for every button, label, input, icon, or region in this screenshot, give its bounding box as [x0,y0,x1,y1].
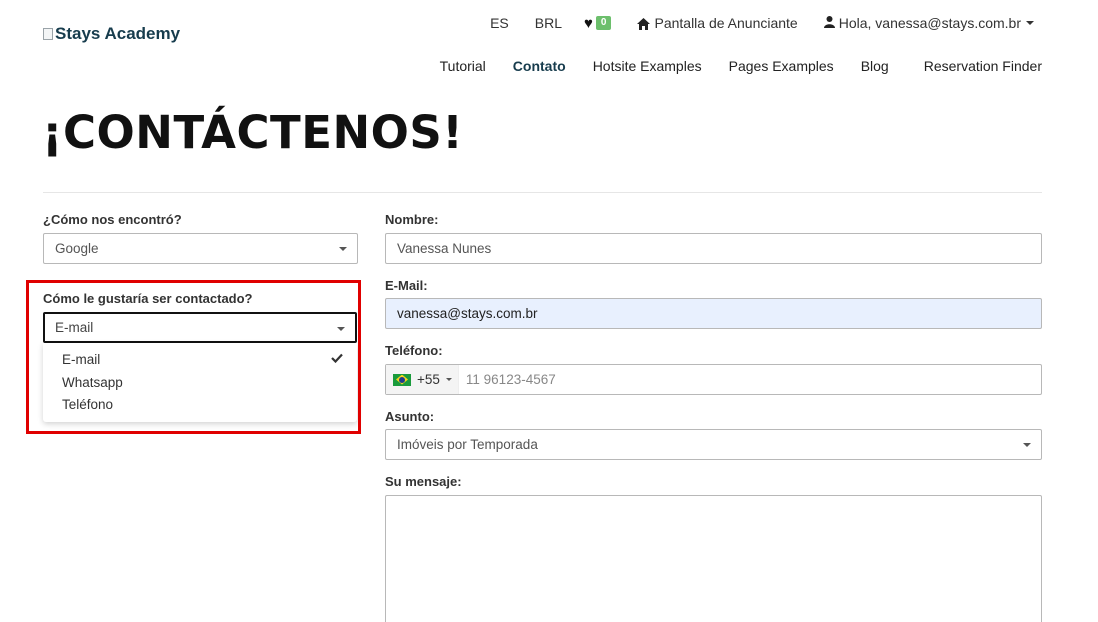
top-bar: ES BRL ♥ 0 Pantalla de Anunciante Hola, … [464,14,1034,32]
divider [43,192,1042,193]
found-label: ¿Cómo nos encontró? [43,212,182,227]
found-select-value: Google [55,241,99,256]
logo-text: Stays Academy [55,24,181,43]
email-label: E-Mail: [385,278,428,293]
user-icon [823,15,839,31]
subject-select[interactable]: Imóveis por Temporada [385,429,1042,460]
name-label: Nombre: [385,212,439,227]
email-input[interactable]: vanessa@stays.com.br [385,298,1042,329]
home-icon [637,17,651,30]
chevron-down-icon [339,247,347,251]
brazil-flag-icon [393,373,411,386]
page-title: ¡CONTÁCTENOS! [42,106,464,159]
logo[interactable]: Stays Academy [43,24,180,44]
nav-hotsite-examples[interactable]: Hotsite Examples [593,58,702,74]
message-textarea[interactable] [385,495,1042,622]
phone-label: Teléfono: [385,343,443,358]
subject-select-value: Imóveis por Temporada [397,437,538,452]
phone-placeholder: 11 96123-4567 [465,372,556,387]
nav-tutorial[interactable]: Tutorial [440,58,486,74]
nav-blog[interactable]: Blog [861,58,889,74]
broken-image-icon [43,28,53,40]
currency-selector[interactable]: BRL [535,15,562,31]
main-nav: Tutorial Contato Hotsite Examples Pages … [413,58,1042,74]
user-menu[interactable]: Hola, vanessa@stays.com.br [823,15,1034,31]
highlight-box [26,280,361,434]
country-code-selector[interactable]: +55 [386,365,459,394]
found-select[interactable]: Google [43,233,358,264]
advertiser-link-label: Pantalla de Anunciante [654,15,798,31]
nav-contato[interactable]: Contato [513,58,566,74]
chevron-down-icon [1026,21,1034,25]
heart-icon: ♥ [584,14,593,32]
country-code: +55 [417,372,440,387]
email-input-value: vanessa@stays.com.br [397,306,538,321]
user-greeting: Hola, vanessa@stays.com.br [838,15,1021,31]
favorites-button[interactable]: ♥ 0 [584,14,612,32]
nav-pages-examples[interactable]: Pages Examples [729,58,834,74]
language-selector[interactable]: ES [490,15,509,31]
advertiser-link[interactable]: Pantalla de Anunciante [637,15,798,31]
nav-reservation-finder[interactable]: Reservation Finder [924,58,1042,74]
name-input[interactable]: Vanessa Nunes [385,233,1042,264]
subject-label: Asunto: [385,409,435,424]
name-input-value: Vanessa Nunes [397,241,492,256]
chevron-down-icon [445,378,452,381]
favorites-count-badge: 0 [595,16,612,30]
message-label: Su mensaje: [385,474,462,489]
chevron-down-icon [1023,443,1031,447]
phone-input[interactable]: +55 11 96123-4567 [385,364,1042,395]
